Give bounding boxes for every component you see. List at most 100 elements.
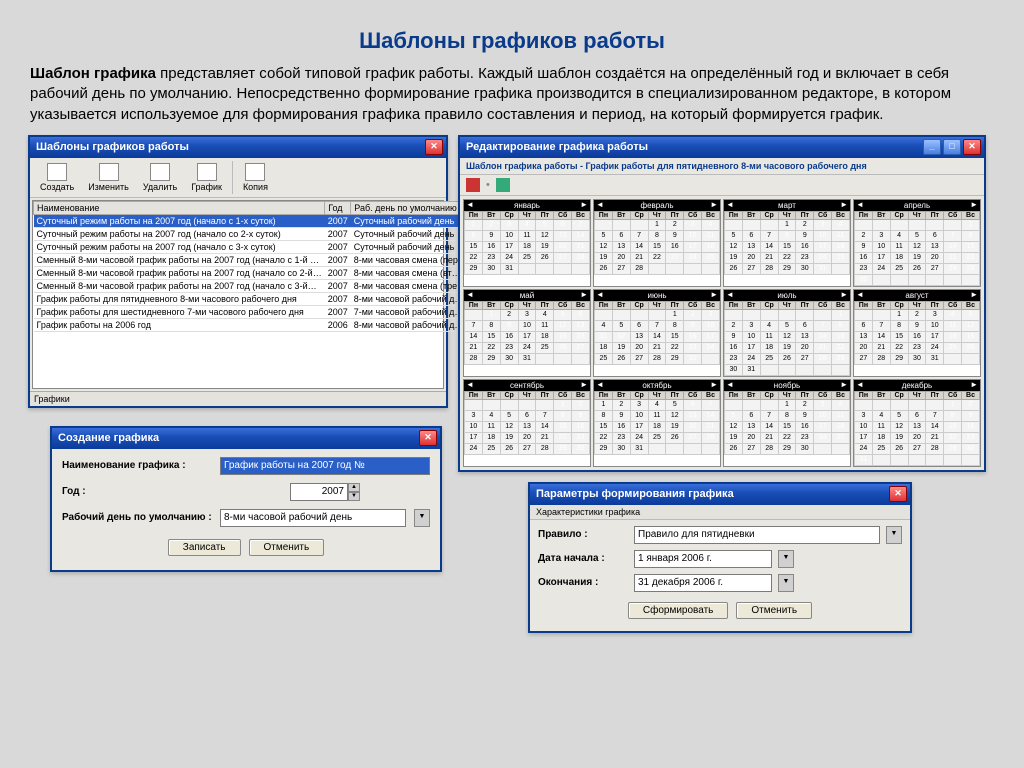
day-cell[interactable]: 9 [500, 320, 518, 331]
day-cell[interactable]: 29 [666, 353, 684, 364]
close-icon[interactable]: ✕ [963, 139, 981, 155]
day-cell[interactable]: 20 [554, 241, 572, 252]
day-cell[interactable]: 29 [482, 353, 500, 364]
day-cell[interactable]: 24 [702, 342, 720, 353]
table-row[interactable]: Сменный 8-ми часовой график работы на 20… [34, 266, 470, 279]
day-cell[interactable]: 5 [500, 410, 518, 421]
day-cell[interactable]: 29 [832, 353, 850, 364]
day-cell[interactable]: 16 [482, 241, 500, 252]
day-cell[interactable]: 23 [500, 342, 518, 353]
day-cell[interactable]: 30 [500, 353, 518, 364]
day-cell[interactable]: 6 [855, 320, 873, 331]
day-cell[interactable]: 27 [612, 263, 630, 274]
day-cell[interactable]: 4 [702, 219, 720, 230]
day-cell[interactable]: 21 [630, 252, 648, 263]
day-cell[interactable]: 8 [944, 410, 962, 421]
day-cell[interactable]: 15 [648, 241, 666, 252]
day-cell[interactable]: 7 [944, 230, 962, 241]
day-cell[interactable]: 18 [760, 342, 778, 353]
day-cell[interactable]: 7 [648, 320, 666, 331]
day-cell[interactable]: 8 [595, 410, 613, 421]
day-cell[interactable]: 12 [554, 320, 572, 331]
day-cell[interactable]: 2 [482, 219, 500, 230]
day-cell[interactable]: 8 [666, 320, 684, 331]
day-cell[interactable]: 8 [832, 320, 850, 331]
day-cell[interactable]: 23 [572, 432, 590, 443]
day-cell[interactable]: 10 [814, 230, 832, 241]
day-cell[interactable]: 31 [926, 353, 944, 364]
day-cell[interactable]: 4 [482, 410, 500, 421]
day-cell[interactable]: 28 [536, 443, 554, 454]
day-cell[interactable]: 30 [684, 353, 702, 364]
table-row[interactable]: График работы для шестидневного 7-ми час… [34, 305, 470, 318]
day-cell[interactable]: 3 [630, 399, 648, 410]
day-cell[interactable]: 6 [742, 230, 760, 241]
day-cell[interactable]: 17 [742, 342, 760, 353]
day-cell[interactable]: 10 [855, 421, 873, 432]
year-down-icon[interactable]: ▼ [348, 492, 360, 501]
day-cell[interactable]: 30 [725, 364, 743, 375]
day-cell[interactable]: 24 [926, 342, 944, 353]
day-cell[interactable]: 15 [465, 241, 483, 252]
day-cell[interactable]: 3 [702, 309, 720, 320]
day-cell[interactable]: 28 [760, 263, 778, 274]
day-cell[interactable]: 13 [926, 241, 944, 252]
day-cell[interactable]: 20 [572, 331, 590, 342]
day-cell[interactable]: 2 [684, 309, 702, 320]
day-cell[interactable]: 20 [630, 342, 648, 353]
day-cell[interactable]: 10 [872, 241, 890, 252]
day-cell[interactable]: 12 [890, 421, 908, 432]
day-cell[interactable]: 20 [796, 342, 814, 353]
year-up-icon[interactable]: ▲ [348, 483, 360, 492]
day-cell[interactable]: 5 [554, 309, 572, 320]
day-cell[interactable]: 13 [742, 241, 760, 252]
day-cell[interactable]: 8 [778, 410, 796, 421]
day-cell[interactable]: 9 [962, 410, 980, 421]
day-cell[interactable]: 26 [962, 342, 980, 353]
day-cell[interactable]: 23 [482, 252, 500, 263]
day-cell[interactable]: 22 [465, 252, 483, 263]
day-cell[interactable]: 6 [684, 399, 702, 410]
day-cell[interactable]: 10 [518, 320, 536, 331]
day-cell[interactable]: 30 [482, 263, 500, 274]
save-button[interactable]: Записать [168, 539, 241, 556]
day-cell[interactable]: 22 [944, 432, 962, 443]
day-cell[interactable]: 29 [778, 443, 796, 454]
day-cell[interactable]: 6 [630, 320, 648, 331]
day-cell[interactable]: 10 [500, 230, 518, 241]
end-date-input[interactable]: 31 декабря 2006 г. [634, 574, 772, 592]
templates-titlebar[interactable]: Шаблоны графиков работы ✕ [30, 137, 446, 158]
day-cell[interactable]: 22 [648, 252, 666, 263]
close-icon[interactable]: ✕ [889, 486, 907, 502]
day-cell[interactable]: 31 [855, 454, 873, 465]
close-icon[interactable]: ✕ [425, 139, 443, 155]
day-cell[interactable]: 21 [760, 252, 778, 263]
day-cell[interactable]: 8 [554, 410, 572, 421]
day-cell[interactable]: 28 [630, 263, 648, 274]
day-cell[interactable]: 13 [572, 320, 590, 331]
day-cell[interactable]: 18 [890, 252, 908, 263]
day-cell[interactable]: 2 [908, 309, 926, 320]
day-cell[interactable]: 24 [814, 252, 832, 263]
day-cell[interactable]: 28 [872, 353, 890, 364]
day-cell[interactable]: 27 [926, 263, 944, 274]
day-cell[interactable]: 5 [725, 230, 743, 241]
day-cell[interactable]: 12 [962, 320, 980, 331]
copy-button[interactable]: Копия [237, 161, 274, 194]
day-cell[interactable]: 28 [572, 252, 590, 263]
day-cell[interactable]: 14 [760, 241, 778, 252]
day-cell[interactable]: 11 [944, 320, 962, 331]
maximize-icon[interactable]: □ [943, 139, 961, 155]
day-cell[interactable]: 13 [612, 241, 630, 252]
day-cell[interactable]: 14 [648, 331, 666, 342]
day-cell[interactable]: 28 [648, 353, 666, 364]
day-cell[interactable]: 11 [890, 241, 908, 252]
day-cell[interactable]: 2 [572, 399, 590, 410]
day-cell[interactable]: 5 [890, 410, 908, 421]
day-cell[interactable]: 22 [778, 252, 796, 263]
day-cell[interactable]: 14 [630, 241, 648, 252]
day-cell[interactable]: 28 [926, 443, 944, 454]
day-cell[interactable]: 19 [536, 241, 554, 252]
col-year[interactable]: Год [325, 201, 351, 214]
day-cell[interactable]: 23 [612, 432, 630, 443]
